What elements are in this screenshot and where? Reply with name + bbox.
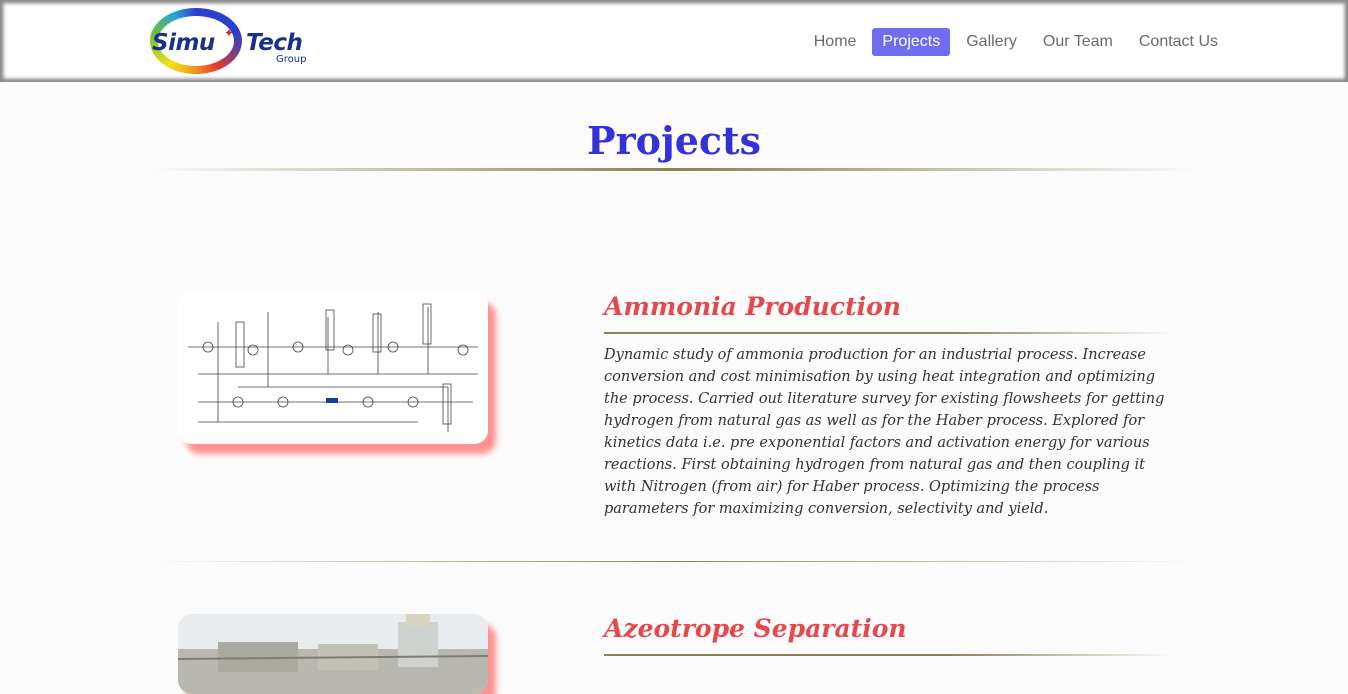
nav-projects[interactable]: Projects	[872, 28, 951, 56]
main-nav: Home Projects Gallery Our Team Contact U…	[804, 28, 1228, 56]
top-navbar: ✦ Simu Tech Group Home Projects Gallery …	[0, 0, 1348, 82]
project-title-divider	[604, 332, 1174, 334]
nav-home[interactable]: Home	[804, 28, 867, 56]
nav-our-team[interactable]: Our Team	[1033, 28, 1123, 56]
logo-group-label: Group	[276, 54, 307, 65]
azeotrope-plant-image	[178, 614, 488, 694]
simutech-logo[interactable]: ✦ Simu Tech Group	[150, 8, 320, 76]
logo-word-simu: Simu	[152, 30, 215, 56]
logo-word-tech: Tech	[246, 30, 303, 56]
page-title: Projects	[587, 118, 761, 163]
section-divider	[150, 561, 1198, 562]
project-description-ammonia: Dynamic study of ammonia production for …	[604, 347, 1165, 517]
ammonia-flowsheet-image	[178, 292, 488, 444]
process-flowsheet-diagram	[178, 292, 488, 444]
nav-gallery[interactable]: Gallery	[956, 28, 1027, 56]
industrial-plant-photo	[178, 614, 488, 694]
project-title-azeotrope: Azeotrope Separation	[604, 614, 907, 643]
maple-leaf-icon: ✦	[224, 26, 235, 40]
project-title-divider-2	[604, 654, 1174, 656]
project-title-ammonia: Ammonia Production	[604, 292, 901, 321]
nav-contact-us[interactable]: Contact Us	[1129, 28, 1228, 56]
title-divider	[150, 168, 1198, 171]
